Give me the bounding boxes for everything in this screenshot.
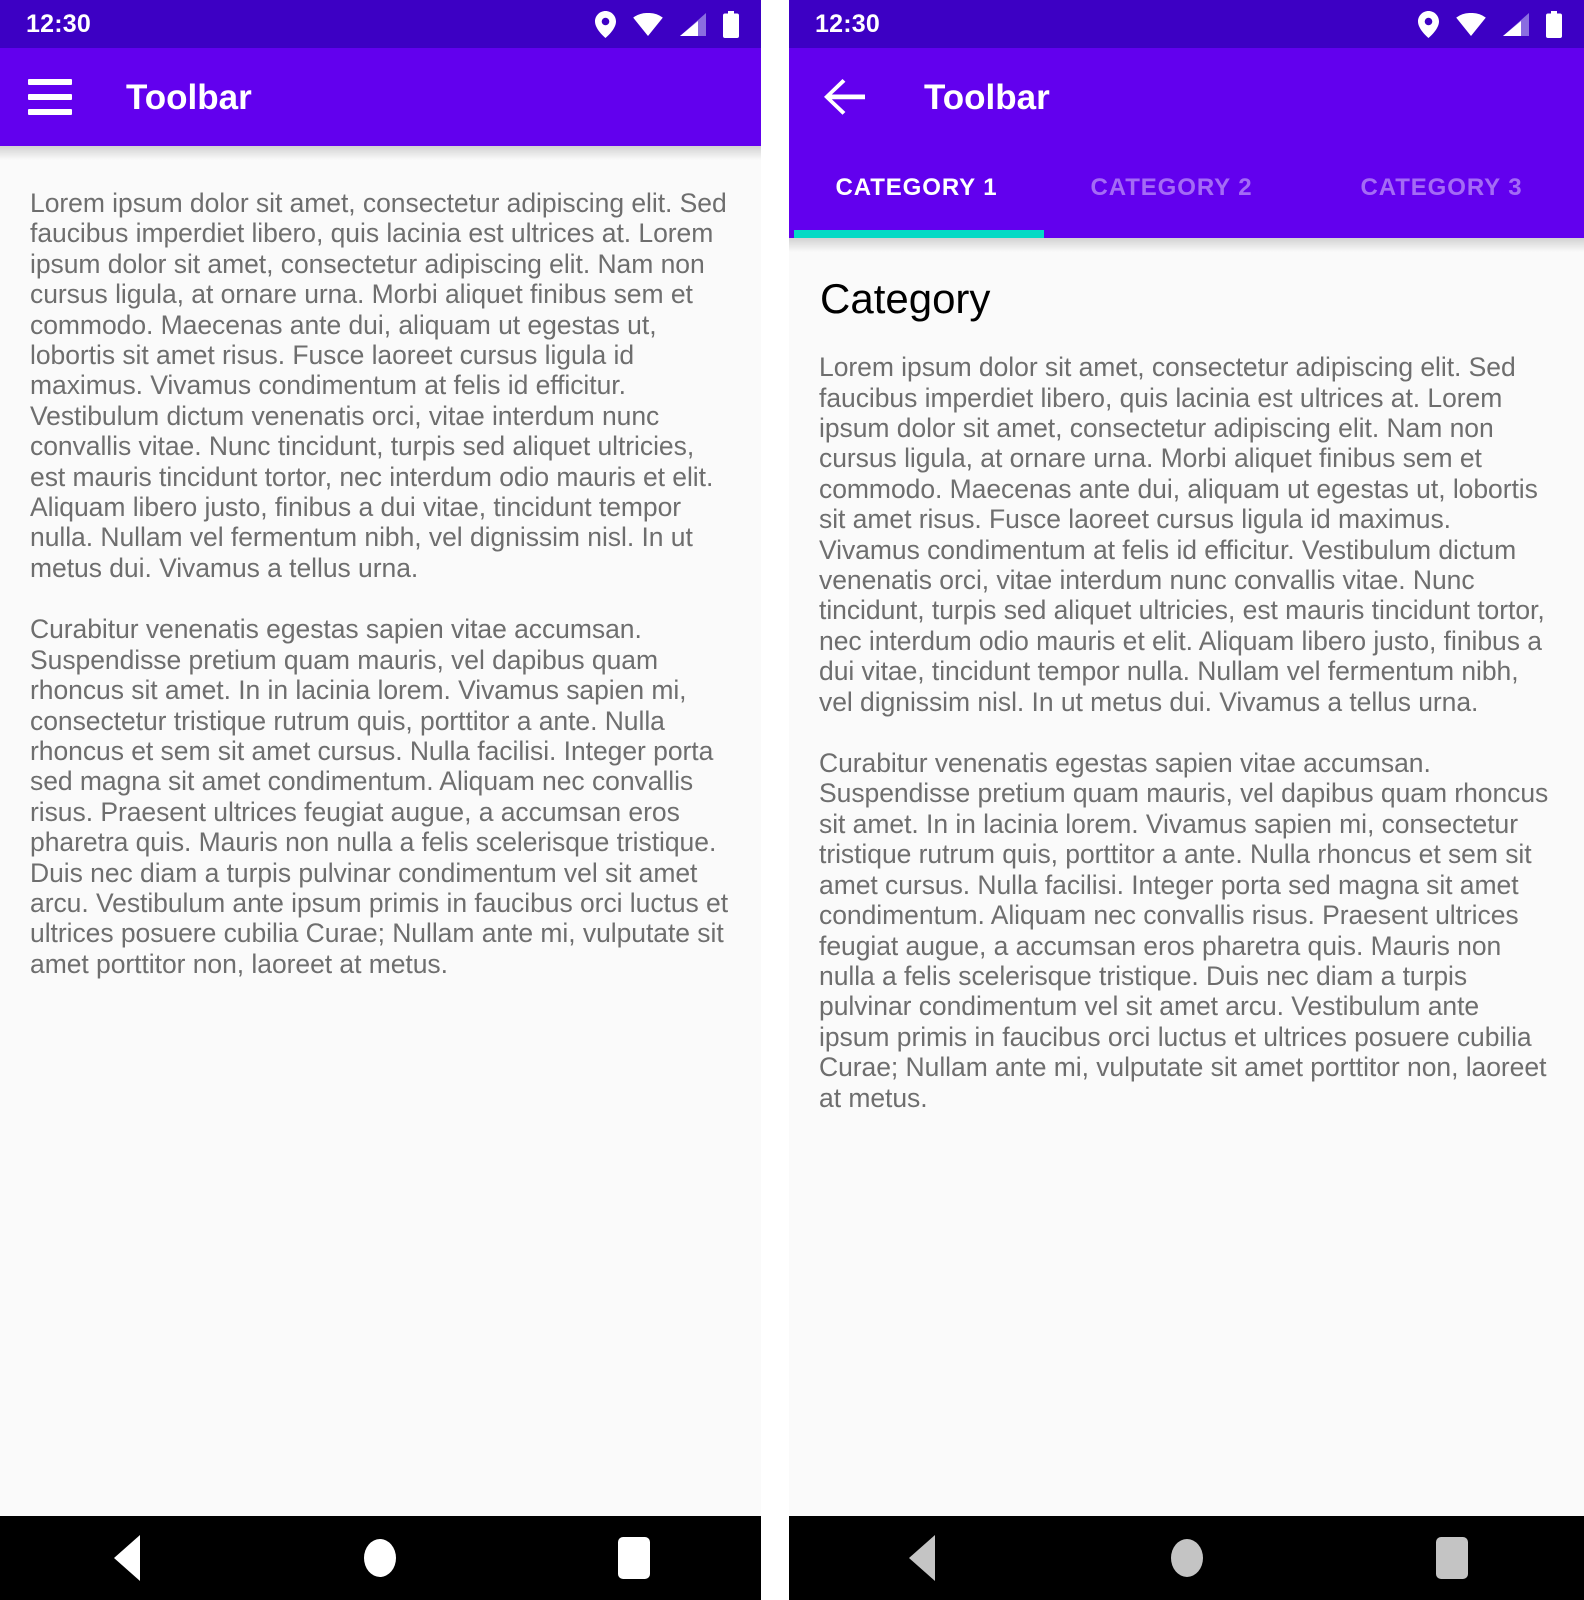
- nav-home-button[interactable]: [320, 1516, 440, 1600]
- app-toolbar-right: Toolbar CATEGORY 1 CATEGORY 2 CATEGORY 3: [789, 48, 1584, 238]
- battery-icon: [1546, 10, 1562, 38]
- status-bar-clock: 12:30: [815, 9, 880, 38]
- location-pin-icon: [1418, 10, 1439, 38]
- nav-home-circle-icon: [1170, 1539, 1203, 1577]
- nav-home-button[interactable]: [1127, 1516, 1247, 1600]
- nav-recents-square-icon: [1435, 1537, 1468, 1579]
- body-paragraph: Curabitur venenatis egestas sapien vitae…: [30, 614, 729, 979]
- hamburger-bar: [28, 94, 72, 100]
- phone-screen-right: 12:30 Toolbar CATEGORY 1 CATEGORY 2 CATE…: [789, 0, 1584, 1600]
- tab-category-3[interactable]: CATEGORY 3: [1299, 146, 1584, 238]
- status-bar-right: 12:30: [789, 0, 1584, 48]
- app-toolbar-left: Toolbar: [0, 48, 761, 146]
- wifi-icon: [1456, 12, 1486, 36]
- body-paragraph: Lorem ipsum dolor sit amet, consectetur …: [30, 188, 727, 583]
- nav-home-circle-icon: [364, 1539, 397, 1577]
- phone-screen-left: 12:30 Toolbar Lorem ipsum dolor sit amet…: [0, 0, 761, 1600]
- status-bar-icons: [1418, 10, 1562, 38]
- nav-back-button[interactable]: [67, 1516, 187, 1600]
- active-tab-indicator: [794, 230, 1044, 238]
- nav-back-triangle-icon: [113, 1535, 140, 1581]
- back-arrow-icon[interactable]: [817, 71, 869, 123]
- status-bar-clock: 12:30: [26, 9, 91, 38]
- hamburger-menu-icon[interactable]: [28, 72, 78, 122]
- body-paragraph: Lorem ipsum dolor sit amet, consectetur …: [819, 352, 1545, 717]
- content-area-right: Category Lorem ipsum dolor sit amet, con…: [789, 238, 1584, 1516]
- appbar-elevation-shadow: [0, 146, 761, 160]
- nav-recents-square-icon: [618, 1537, 651, 1579]
- page-title: Category: [820, 275, 991, 322]
- toolbar-title: Toolbar: [924, 77, 1050, 117]
- nav-recents-button[interactable]: [1392, 1516, 1512, 1600]
- wifi-icon: [633, 12, 663, 36]
- appbar-elevation-shadow: [789, 238, 1584, 252]
- battery-icon: [723, 10, 739, 38]
- body-paragraph: Curabitur venenatis egestas sapien vitae…: [819, 748, 1549, 1113]
- status-bar-icons: [595, 10, 739, 38]
- content-area-left: Lorem ipsum dolor sit amet, consectetur …: [0, 146, 761, 1516]
- system-navigation-bar-left: [0, 1516, 761, 1600]
- tab-category-1[interactable]: CATEGORY 1: [789, 146, 1044, 238]
- system-navigation-bar-right: [789, 1516, 1584, 1600]
- cell-signal-icon: [680, 12, 706, 36]
- tab-category-2[interactable]: CATEGORY 2: [1044, 146, 1299, 238]
- nav-back-triangle-icon: [908, 1535, 935, 1581]
- toolbar-title: Toolbar: [126, 77, 252, 117]
- nav-back-button[interactable]: [862, 1516, 982, 1600]
- category-tab-bar: CATEGORY 1 CATEGORY 2 CATEGORY 3: [789, 146, 1584, 238]
- panel-divider-gap: [761, 0, 789, 1600]
- nav-recents-button[interactable]: [574, 1516, 694, 1600]
- dual-screenshot-stage: 12:30 Toolbar Lorem ipsum dolor sit amet…: [0, 0, 1584, 1600]
- cell-signal-icon: [1503, 12, 1529, 36]
- status-bar-left: 12:30: [0, 0, 761, 48]
- hamburger-bar: [28, 79, 72, 85]
- hamburger-bar: [28, 109, 72, 115]
- location-pin-icon: [595, 10, 616, 38]
